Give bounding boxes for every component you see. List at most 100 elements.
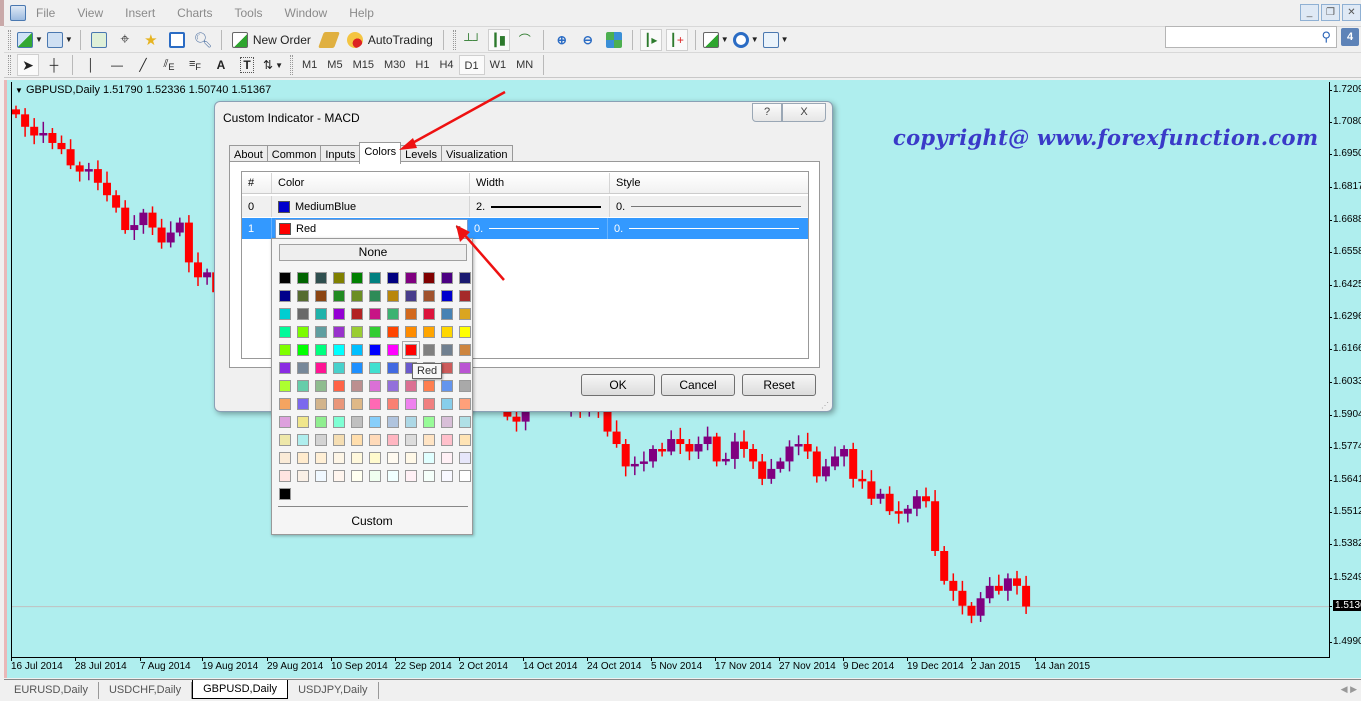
palette-swatch[interactable] <box>387 380 399 392</box>
palette-swatch[interactable] <box>387 470 399 482</box>
color-cell[interactable]: MediumBlue <box>272 196 470 217</box>
palette-swatch[interactable] <box>441 452 453 464</box>
text-button[interactable]: A <box>210 54 232 76</box>
palette-swatch[interactable] <box>333 362 345 374</box>
palette-swatch[interactable] <box>459 470 471 482</box>
market-watch-button[interactable] <box>88 29 110 51</box>
palette-swatch[interactable] <box>405 272 417 284</box>
palette-swatch[interactable] <box>279 488 291 500</box>
chart-tab-gbpusd[interactable]: GBPUSD,Daily <box>192 680 289 699</box>
bar-chart-button[interactable]: ┴┘ <box>462 29 484 51</box>
palette-swatch[interactable] <box>333 434 345 446</box>
palette-swatch[interactable] <box>315 470 327 482</box>
none-color-button[interactable]: None <box>279 244 467 261</box>
palette-swatch[interactable] <box>441 290 453 302</box>
palette-swatch[interactable] <box>333 308 345 320</box>
timeframe-m30[interactable]: M30 <box>379 55 410 75</box>
palette-swatch[interactable] <box>297 380 309 392</box>
palette-swatch[interactable] <box>333 470 345 482</box>
palette-swatch[interactable] <box>297 344 309 356</box>
equidistant-channel-button[interactable]: ⫽E <box>158 54 180 76</box>
menu-help[interactable]: Help <box>349 6 374 20</box>
palette-swatch[interactable] <box>297 272 309 284</box>
palette-swatch[interactable] <box>405 452 417 464</box>
palette-swatch[interactable] <box>441 434 453 446</box>
palette-swatch[interactable] <box>387 398 399 410</box>
palette-swatch[interactable] <box>387 416 399 428</box>
palette-swatch[interactable] <box>279 272 291 284</box>
palette-swatch[interactable] <box>423 290 435 302</box>
reset-button[interactable]: Reset <box>742 374 816 396</box>
close-window-button[interactable]: ✕ <box>1342 4 1361 21</box>
palette-swatch[interactable] <box>423 272 435 284</box>
indicators-button[interactable]: ▼ <box>702 29 729 51</box>
menu-view[interactable]: View <box>77 6 103 20</box>
timeframe-d1[interactable]: D1 <box>458 55 485 75</box>
palette-swatch[interactable] <box>297 326 309 338</box>
palette-swatch[interactable] <box>315 308 327 320</box>
palette-swatch[interactable] <box>351 452 363 464</box>
palette-swatch[interactable] <box>387 308 399 320</box>
palette-swatch[interactable] <box>315 290 327 302</box>
timeframe-m1[interactable]: M1 <box>297 55 322 75</box>
custom-color-button[interactable]: Custom <box>272 514 472 528</box>
palette-swatch[interactable] <box>459 380 471 392</box>
vertical-line-button[interactable]: │ <box>80 54 102 76</box>
menu-window[interactable]: Window <box>285 6 328 20</box>
palette-swatch[interactable] <box>315 452 327 464</box>
palette-swatch[interactable] <box>459 290 471 302</box>
palette-swatch[interactable] <box>351 344 363 356</box>
horizontal-line-button[interactable]: — <box>106 54 128 76</box>
palette-swatch[interactable] <box>405 434 417 446</box>
candlestick-button[interactable]: ┃▮ <box>487 28 510 51</box>
timeframe-w1[interactable]: W1 <box>485 55 512 75</box>
timeframe-m15[interactable]: M15 <box>348 55 379 75</box>
palette-swatch[interactable] <box>423 308 435 320</box>
palette-swatch[interactable] <box>351 290 363 302</box>
palette-swatch[interactable] <box>441 344 453 356</box>
palette-swatch[interactable] <box>333 380 345 392</box>
periods-button[interactable]: ▼ <box>732 29 759 51</box>
width-cell[interactable]: 2. <box>470 196 610 217</box>
palette-swatch[interactable] <box>423 344 435 356</box>
dialog-close-button[interactable]: X <box>782 103 826 122</box>
palette-swatch[interactable] <box>351 380 363 392</box>
palette-swatch[interactable] <box>297 398 309 410</box>
palette-swatch[interactable] <box>279 344 291 356</box>
data-window-button[interactable]: ⌖ <box>114 29 136 51</box>
chart-tab-eurusd[interactable]: EURUSD,Daily <box>4 682 99 699</box>
palette-swatch[interactable] <box>441 362 453 374</box>
palette-swatch[interactable] <box>351 362 363 374</box>
zoom-out-button[interactable]: ⊖ <box>577 29 599 51</box>
arrows-button[interactable]: ⇅ ▼ <box>262 54 284 76</box>
palette-swatch[interactable] <box>369 416 381 428</box>
palette-swatch[interactable] <box>279 290 291 302</box>
palette-swatch[interactable] <box>441 416 453 428</box>
table-row-selected[interactable]: 1 Red▼ 0. 0. <box>242 218 808 239</box>
palette-swatch[interactable] <box>459 398 471 410</box>
palette-swatch[interactable] <box>387 272 399 284</box>
palette-swatch[interactable] <box>423 434 435 446</box>
cancel-button[interactable]: Cancel <box>661 374 735 396</box>
palette-swatch[interactable] <box>459 308 471 320</box>
price-axis[interactable]: 1.72095 1.70800 1.69505 1.68175 1.66880 1.655… <box>1328 80 1361 678</box>
style-cell[interactable]: 0. <box>608 218 806 239</box>
palette-swatch[interactable] <box>297 452 309 464</box>
palette-swatch[interactable] <box>441 326 453 338</box>
palette-swatch[interactable] <box>405 416 417 428</box>
restore-button[interactable]: ❐ <box>1321 4 1340 21</box>
palette-swatch[interactable] <box>423 452 435 464</box>
palette-swatch[interactable] <box>405 290 417 302</box>
palette-swatch[interactable] <box>351 434 363 446</box>
tab-scroll-arrows[interactable]: ◀ ▶ <box>1341 684 1357 695</box>
palette-swatch[interactable] <box>459 344 471 356</box>
palette-swatch[interactable] <box>333 326 345 338</box>
style-cell[interactable]: 0. <box>610 196 808 217</box>
palette-swatch[interactable] <box>333 344 345 356</box>
new-chart-button[interactable]: ▼ <box>17 29 43 51</box>
palette-swatch[interactable] <box>369 290 381 302</box>
zoom-in-button[interactable]: ⊕ <box>551 29 573 51</box>
color-dropdown[interactable]: Red▼ <box>275 218 468 239</box>
palette-swatch[interactable] <box>315 434 327 446</box>
crosshair-button[interactable]: ┼ <box>43 54 65 76</box>
